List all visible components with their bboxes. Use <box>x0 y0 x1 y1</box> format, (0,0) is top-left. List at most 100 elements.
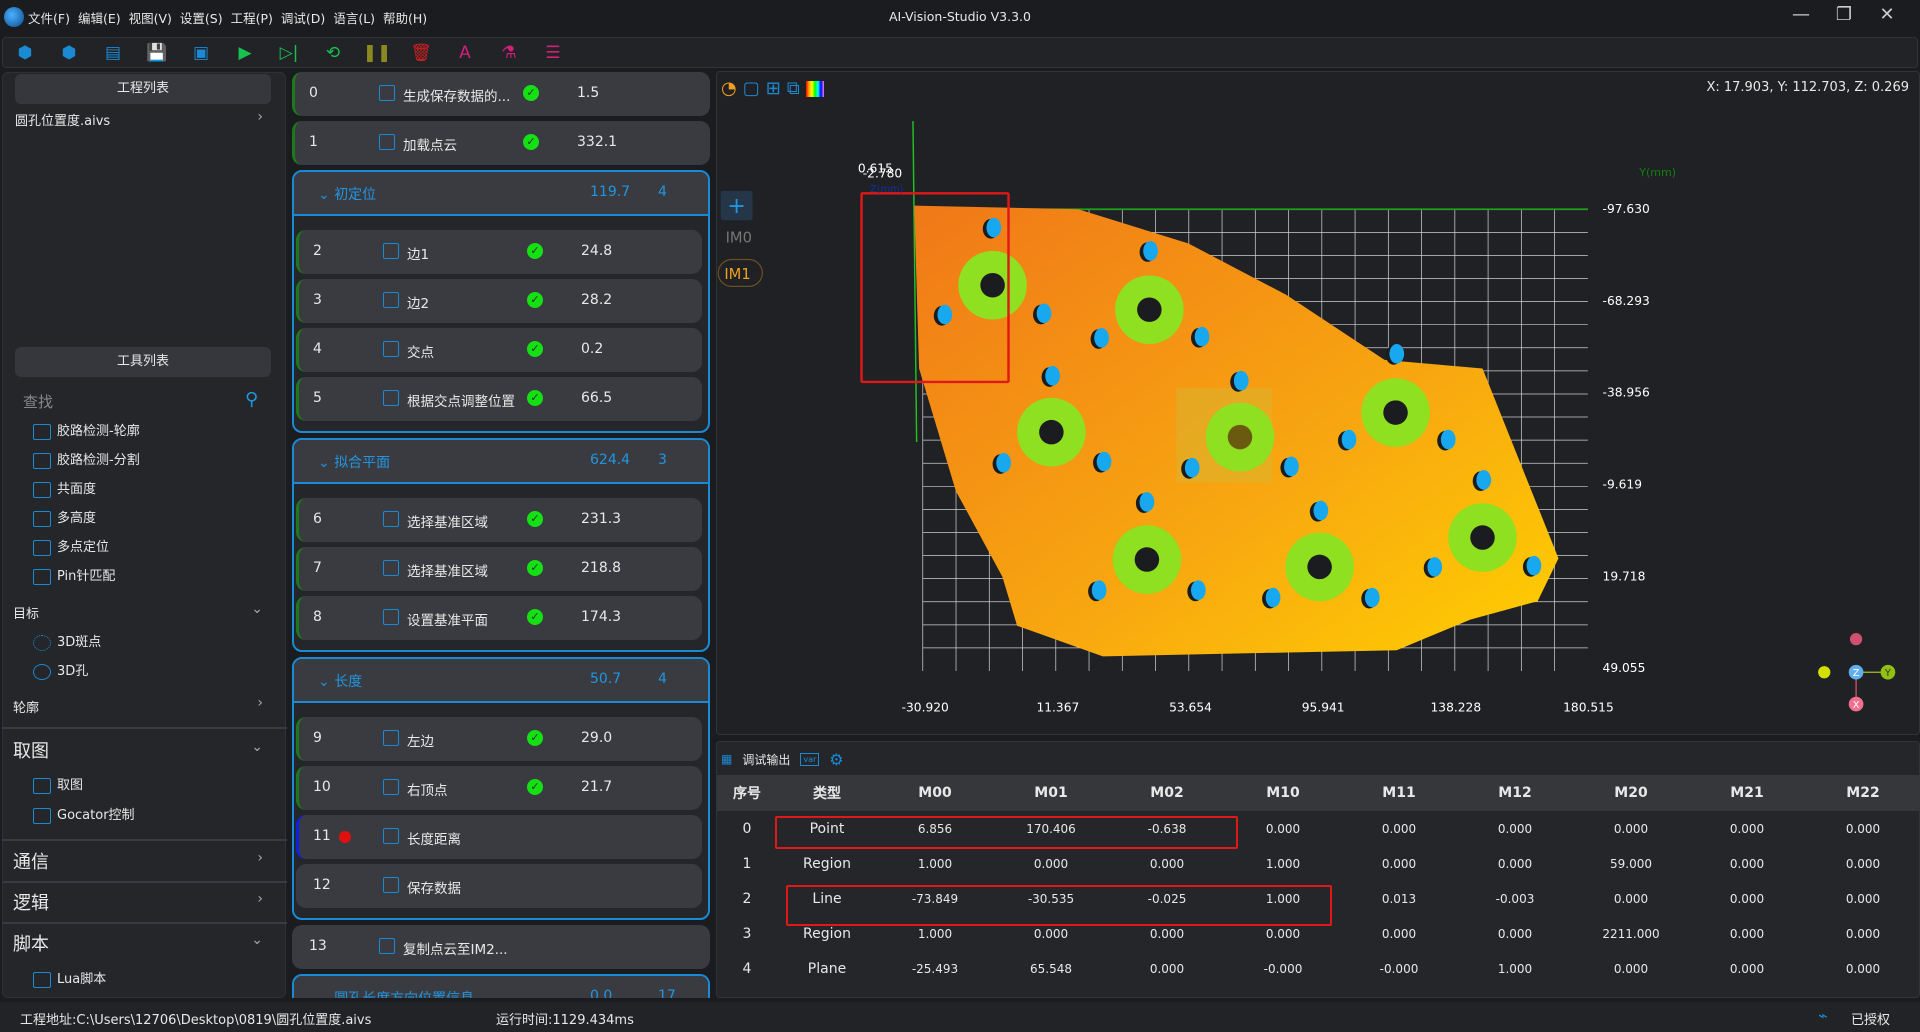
chevron-down-icon[interactable]: ⌄ <box>318 991 334 998</box>
server-settings-button[interactable]: ☰ <box>540 41 566 65</box>
tool-lua[interactable]: Lua脚本 <box>33 968 106 988</box>
flask-button[interactable]: ⚗ <box>496 41 522 65</box>
gear-icon[interactable]: ⚙ <box>829 750 843 769</box>
flow-step[interactable]: 5 根据交点调整位置 ✓ 66.5 <box>296 377 702 421</box>
new-project-icon: ⬢ <box>17 43 33 63</box>
table-cell: 0.000 <box>1613 821 1649 836</box>
pause-button[interactable]: ❚❚ <box>363 41 392 65</box>
open-project-button[interactable]: ⬢ <box>56 41 82 65</box>
flow-step[interactable]: 4 交点 ✓ 0.2 <box>296 328 702 372</box>
column-header[interactable]: M11 <box>1341 775 1457 811</box>
tool-item[interactable]: 多点定位 <box>33 536 109 556</box>
step-label: 根据交点调整位置 <box>407 394 515 410</box>
section-comm[interactable]: 通信 <box>13 848 49 874</box>
axis-gizmo[interactable]: Z Y X <box>1818 633 1896 712</box>
tool-3d-blob[interactable]: 3D斑点 <box>33 631 101 651</box>
search-input[interactable]: 查找 <box>23 391 53 412</box>
save-button[interactable]: 💾 <box>144 41 170 65</box>
save-as-button[interactable]: ▣ <box>188 41 214 65</box>
font-settings-button[interactable]: A <box>452 41 478 65</box>
chevron-right-icon[interactable]: › <box>257 109 263 125</box>
group-header[interactable]: ⌄ 长度 50.7 4 <box>294 659 708 703</box>
new-project-button[interactable]: ⬢ <box>12 41 38 65</box>
column-header[interactable]: M21 <box>1689 775 1805 811</box>
tool-gocator[interactable]: Gocator控制 <box>33 804 135 824</box>
flow-step[interactable]: 2 边1 ✓ 24.8 <box>296 230 702 274</box>
tool-item[interactable]: Pin针匹配 <box>33 565 115 585</box>
section-capture[interactable]: 取图 <box>13 737 49 763</box>
monitor-icon[interactable]: ⌁ <box>1818 1006 1828 1025</box>
tool-item[interactable]: 胶路检测-分割 <box>33 449 140 469</box>
flow-step[interactable]: 7 选择基准区域 ✓ 218.8 <box>296 547 702 591</box>
export-button[interactable]: ▤ <box>100 41 126 65</box>
delete-button[interactable]: 🗑 <box>408 41 434 65</box>
flow-step[interactable]: 11 长度距离 <box>296 815 702 859</box>
tool-item[interactable]: 多高度 <box>33 507 96 527</box>
point-cloud-viewer[interactable]: ◔ ▢ ⊞ ⧉ X: 17.903, Y: 112.703, Z: 0.269 … <box>716 71 1920 735</box>
point-cloud-canvas[interactable]: 0.615 -2.780 Z(mm) Y(mm) -30.920 11.367 53… <box>717 72 1920 736</box>
flow-step[interactable]: 3 边2 ✓ 28.2 <box>296 279 702 323</box>
flow-step[interactable]: 6 选择基准区域 ✓ 231.3 <box>296 498 702 542</box>
column-header[interactable]: 序号 <box>717 775 777 811</box>
chevron-down-icon[interactable]: ⌄ <box>251 601 263 617</box>
column-header[interactable]: M01 <box>993 775 1109 811</box>
flow-step[interactable]: 13 复制点云至IM2... <box>292 925 710 969</box>
flow-step[interactable]: 8 设置基准平面 ✓ 174.3 <box>296 596 702 640</box>
table-cell: 0.000 <box>1729 926 1765 941</box>
group-header[interactable]: ⌄ 拟合平面 624.4 3 <box>294 440 708 484</box>
column-header[interactable]: M10 <box>1225 775 1341 811</box>
chevron-down-icon[interactable]: ⌄ <box>251 739 263 755</box>
tool-icon <box>383 243 399 259</box>
table-cell: 0 <box>742 820 752 837</box>
tool-item[interactable]: 共面度 <box>33 478 96 498</box>
close-button[interactable]: ✕ <box>1872 4 1902 30</box>
section-script[interactable]: 脚本 <box>13 930 49 956</box>
breakpoint-icon[interactable] <box>339 831 351 843</box>
tab-debug-output[interactable]: 调试输出 <box>742 751 790 768</box>
image-tab-im0[interactable]: IM0 <box>726 229 752 246</box>
section-target[interactable]: 目标 <box>13 603 39 622</box>
add-icon[interactable]: + <box>727 194 745 219</box>
maximize-button[interactable]: ❐ <box>1829 4 1859 30</box>
image-tab-im1[interactable]: IM1 <box>724 266 750 283</box>
project-item[interactable]: 圆孔位置度.aivs <box>15 110 110 129</box>
chevron-right-icon[interactable]: › <box>257 695 263 711</box>
chevron-right-icon[interactable]: › <box>257 891 263 907</box>
project-list-header[interactable]: 工程列表 <box>15 74 271 104</box>
run-button[interactable]: ▶ <box>232 41 258 65</box>
tool-capture[interactable]: 取图 <box>33 774 83 794</box>
pin-hole <box>1143 241 1158 261</box>
chevron-down-icon[interactable]: ⌄ <box>251 932 263 948</box>
group-count: 4 <box>658 671 667 687</box>
section-logic[interactable]: 逻辑 <box>13 889 49 915</box>
variable-icon[interactable]: var <box>800 752 820 766</box>
pin-hole <box>1427 557 1443 577</box>
tool-list-header[interactable]: 工具列表 <box>15 347 271 377</box>
tool-item[interactable]: 胶路检测-轮廓 <box>33 420 140 440</box>
column-header[interactable]: M12 <box>1457 775 1573 811</box>
column-header[interactable]: M00 <box>877 775 993 811</box>
flow-step[interactable]: 0 生成保存数据的... ✓ 1.5 <box>292 72 710 116</box>
column-header[interactable]: M20 <box>1573 775 1689 811</box>
column-header[interactable]: 类型 <box>777 775 877 811</box>
chevron-down-icon[interactable]: ⌄ <box>318 455 334 471</box>
flow-step[interactable]: 10 右顶点 ✓ 21.7 <box>296 766 702 810</box>
section-contour[interactable]: 轮廓 <box>13 697 39 716</box>
column-header[interactable]: M02 <box>1109 775 1225 811</box>
tool-3d-hole[interactable]: 3D孔 <box>33 660 88 680</box>
search-icon[interactable]: ⚲ <box>245 389 258 410</box>
chevron-down-icon[interactable]: ⌄ <box>318 674 334 690</box>
table-row[interactable]: 1 Region 1.000 0.000 0.000 1.000 0.000 0.000 59.… <box>717 846 1920 881</box>
minimize-button[interactable]: — <box>1786 4 1816 30</box>
loop-run-button[interactable]: ⟲ <box>320 41 346 65</box>
group-header[interactable]: ⌄ 圆孔长度方向位置信息 0.0 17 <box>294 976 708 998</box>
step-run-button[interactable]: ▷| <box>276 41 302 65</box>
table-row[interactable]: 4 Plane -25.493 65.548 0.000 -0.000 -0.000 1.00… <box>717 951 1920 986</box>
flow-step[interactable]: 1 加载点云 ✓ 332.1 <box>292 121 710 165</box>
flow-step[interactable]: 12 保存数据 <box>296 864 702 908</box>
chevron-down-icon[interactable]: ⌄ <box>318 187 334 203</box>
column-header[interactable]: M22 <box>1805 775 1920 811</box>
chevron-right-icon[interactable]: › <box>257 850 263 866</box>
group-header[interactable]: ⌄ 初定位 119.7 4 <box>294 172 708 216</box>
flow-step[interactable]: 9 左边 ✓ 29.0 <box>296 717 702 761</box>
